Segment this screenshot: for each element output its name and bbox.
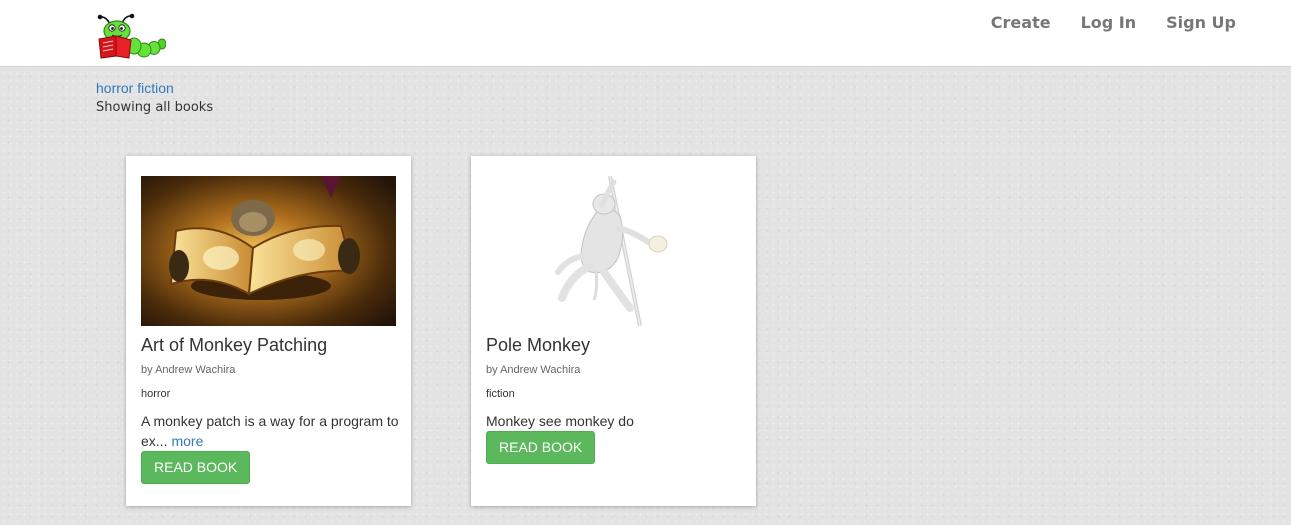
nav-login-link[interactable]: Log In xyxy=(1081,13,1137,33)
book-cover-image[interactable] xyxy=(486,176,741,326)
book-card: Pole Monkey by Andrew Wachira fiction Mo… xyxy=(471,156,756,506)
book-genre: horror xyxy=(141,388,171,400)
book-card: Art of Monkey Patching by Andrew Wachira… xyxy=(126,156,411,506)
book-description: A monkey patch is a way for a program to… xyxy=(141,411,399,451)
tags-filter-link[interactable]: horror fiction xyxy=(96,79,174,97)
nav-links: Create Log In Sign Up xyxy=(991,13,1236,33)
book-title[interactable]: Pole Monkey xyxy=(486,333,590,357)
bookworm-logo-icon[interactable] xyxy=(96,12,167,60)
book-description: Monkey see monkey do xyxy=(486,413,634,429)
book-genre: fiction xyxy=(486,388,515,400)
book-cover-image[interactable] xyxy=(141,176,396,326)
nav-create-link[interactable]: Create xyxy=(991,13,1051,33)
nav-signup-link[interactable]: Sign Up xyxy=(1166,13,1236,33)
read-book-button[interactable]: READ BOOK xyxy=(486,431,596,464)
book-author: by Andrew Wachira xyxy=(486,364,581,376)
book-title[interactable]: Art of Monkey Patching xyxy=(141,333,327,357)
top-navbar: Create Log In Sign Up xyxy=(0,0,1291,67)
read-book-button[interactable]: READ BOOK xyxy=(141,451,251,484)
book-author: by Andrew Wachira xyxy=(141,364,236,376)
page-subtitle: Showing all books xyxy=(96,100,214,115)
more-link[interactable]: more xyxy=(171,433,203,449)
